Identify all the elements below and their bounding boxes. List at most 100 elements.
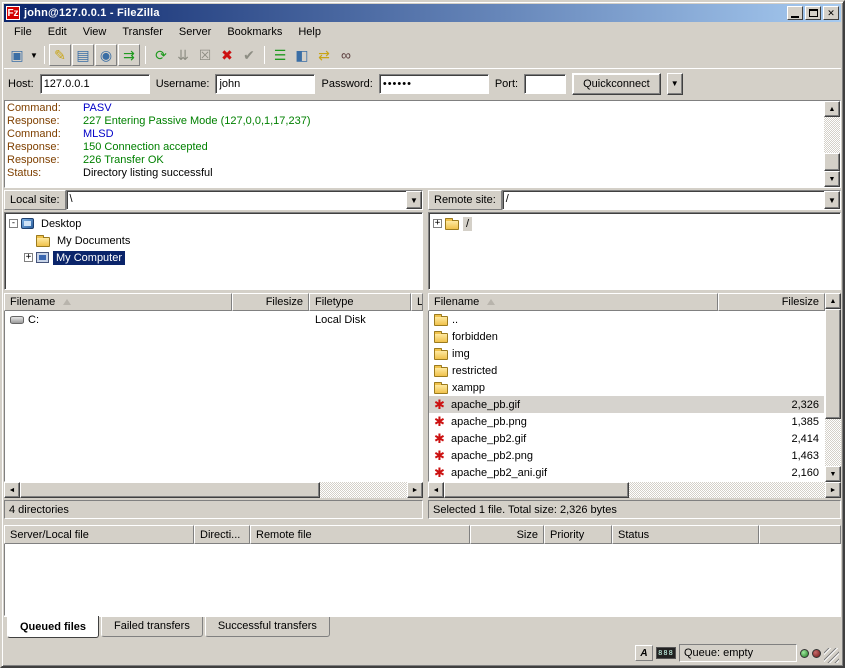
- file-row[interactable]: ..: [429, 311, 824, 328]
- tree-item-label[interactable]: /: [463, 217, 472, 231]
- tab-queued-files[interactable]: Queued files: [7, 616, 99, 638]
- toggle-log-button[interactable]: ✎: [49, 44, 71, 66]
- title-bar[interactable]: Fz john@127.0.0.1 - FileZilla ✕: [4, 4, 841, 22]
- reconnect-button[interactable]: ✔: [238, 44, 260, 66]
- username-input[interactable]: [215, 74, 315, 94]
- sync-browsing-button[interactable]: ⇄: [313, 44, 335, 66]
- scrollbar-track[interactable]: [629, 482, 825, 498]
- toggle-local-tree-button[interactable]: ▤: [72, 44, 94, 66]
- local-file-list[interactable]: C: Local Disk: [4, 311, 423, 482]
- column-header-filesize[interactable]: Filesize: [232, 293, 309, 311]
- column-header-status[interactable]: Status: [612, 525, 759, 544]
- quickconnect-dropdown[interactable]: ▼: [667, 73, 683, 95]
- column-header-direction[interactable]: Directi...: [194, 525, 250, 544]
- scroll-left-icon[interactable]: ◄: [428, 482, 444, 498]
- file-row[interactable]: forbidden: [429, 328, 824, 345]
- compare-button[interactable]: ◧: [291, 44, 313, 66]
- column-header-filetype[interactable]: Filetype: [309, 293, 411, 311]
- scrollbar-track[interactable]: [320, 482, 407, 498]
- menu-help[interactable]: Help: [290, 24, 329, 40]
- column-header-filename[interactable]: Filename: [4, 293, 232, 311]
- tree-item-label-selected[interactable]: My Computer: [53, 251, 125, 265]
- scroll-right-icon[interactable]: ►: [825, 482, 841, 498]
- toggle-queue-button[interactable]: ⇉: [118, 44, 140, 66]
- remote-site-combo[interactable]: / ▼: [502, 190, 841, 210]
- tree-item-label[interactable]: Desktop: [38, 217, 84, 231]
- file-row[interactable]: restricted: [429, 362, 824, 379]
- remote-site-value[interactable]: /: [503, 191, 824, 209]
- local-tree[interactable]: - Desktop My Documents + My Computer: [4, 212, 423, 290]
- scroll-down-icon[interactable]: ▼: [825, 466, 841, 482]
- scrollbar-thumb[interactable]: [20, 482, 320, 498]
- tree-item-my-documents[interactable]: My Documents: [6, 232, 421, 249]
- scrollbar-thumb[interactable]: [444, 482, 629, 498]
- site-manager-dropdown[interactable]: ▼: [28, 44, 40, 66]
- scrollbar-thumb[interactable]: [824, 153, 840, 171]
- scroll-up-icon[interactable]: ▲: [825, 293, 841, 309]
- local-hscrollbar[interactable]: ◄ ►: [4, 482, 423, 498]
- column-header-lastmodified[interactable]: L: [411, 293, 423, 311]
- column-header-priority[interactable]: Priority: [544, 525, 612, 544]
- menu-server[interactable]: Server: [171, 24, 219, 40]
- transfer-type-indicator[interactable]: A: [635, 645, 653, 661]
- remote-file-list[interactable]: .. forbidden img restricted xampp ✱apach…: [428, 311, 825, 482]
- filter-button[interactable]: ☰: [269, 44, 291, 66]
- file-row-selected[interactable]: ✱apache_pb.gif2,326: [429, 396, 824, 413]
- column-header-filesize[interactable]: Filesize: [718, 293, 825, 311]
- scrollbar-track[interactable]: [824, 117, 840, 153]
- menu-file[interactable]: File: [6, 24, 40, 40]
- close-button[interactable]: ✕: [823, 6, 839, 20]
- local-site-combo[interactable]: \ ▼: [66, 190, 423, 210]
- file-row[interactable]: ✱apache_pb2_ani.gif2,160: [429, 464, 824, 481]
- menu-edit[interactable]: Edit: [40, 24, 75, 40]
- menu-view[interactable]: View: [75, 24, 115, 40]
- remote-tree[interactable]: + /: [428, 212, 841, 290]
- column-header-size[interactable]: Size: [470, 525, 544, 544]
- find-button[interactable]: ∞: [335, 44, 357, 66]
- scroll-left-icon[interactable]: ◄: [4, 482, 20, 498]
- tree-item-desktop[interactable]: - Desktop: [6, 215, 421, 232]
- host-input[interactable]: [40, 74, 150, 94]
- tree-item-root[interactable]: + /: [430, 215, 839, 232]
- column-header-empty[interactable]: [759, 525, 841, 544]
- column-header-filename[interactable]: Filename: [428, 293, 718, 311]
- file-row[interactable]: xampp: [429, 379, 824, 396]
- scrollbar-thumb[interactable]: [825, 309, 841, 419]
- tab-failed-transfers[interactable]: Failed transfers: [101, 617, 203, 637]
- column-header-server-local-file[interactable]: Server/Local file: [4, 525, 194, 544]
- scroll-right-icon[interactable]: ►: [407, 482, 423, 498]
- site-manager-button[interactable]: ▣: [6, 44, 28, 66]
- minimize-button[interactable]: [787, 6, 803, 20]
- scrollbar-track[interactable]: [825, 419, 841, 466]
- message-log-body[interactable]: Command:PASV Response:227 Entering Passi…: [5, 101, 824, 187]
- tree-item-label[interactable]: My Documents: [54, 234, 133, 248]
- menu-transfer[interactable]: Transfer: [114, 24, 171, 40]
- menu-bookmarks[interactable]: Bookmarks: [219, 24, 290, 40]
- scroll-down-icon[interactable]: ▼: [824, 171, 840, 187]
- disconnect-button[interactable]: ✖: [216, 44, 238, 66]
- refresh-button[interactable]: ⟳: [150, 44, 172, 66]
- scroll-up-icon[interactable]: ▲: [824, 101, 840, 117]
- remote-vscrollbar[interactable]: ▲ ▼: [825, 293, 841, 482]
- file-row[interactable]: img: [429, 345, 824, 362]
- collapse-icon[interactable]: -: [9, 219, 18, 228]
- quickconnect-button[interactable]: Quickconnect: [572, 73, 661, 95]
- speed-limits-icon[interactable]: 888: [656, 647, 676, 659]
- expand-icon[interactable]: +: [24, 253, 33, 262]
- chevron-down-icon[interactable]: ▼: [824, 191, 840, 209]
- toggle-remote-tree-button[interactable]: ◉: [95, 44, 117, 66]
- file-row[interactable]: ✱apache_pb.png1,385: [429, 413, 824, 430]
- column-header-remote-file[interactable]: Remote file: [250, 525, 470, 544]
- file-row[interactable]: ✱apache_pb2.png1,463: [429, 447, 824, 464]
- maximize-button[interactable]: [805, 6, 821, 20]
- tree-item-my-computer[interactable]: + My Computer: [6, 249, 421, 266]
- password-input[interactable]: [379, 74, 489, 94]
- remote-hscrollbar[interactable]: ◄ ►: [428, 482, 841, 498]
- port-input[interactable]: [524, 74, 566, 94]
- expand-icon[interactable]: +: [433, 219, 442, 228]
- queue-list[interactable]: [4, 544, 841, 616]
- resize-grip[interactable]: [824, 648, 839, 663]
- file-row[interactable]: ✱apache_pb2.gif2,414: [429, 430, 824, 447]
- cancel-button[interactable]: ☒: [194, 44, 216, 66]
- tab-successful-transfers[interactable]: Successful transfers: [205, 617, 330, 637]
